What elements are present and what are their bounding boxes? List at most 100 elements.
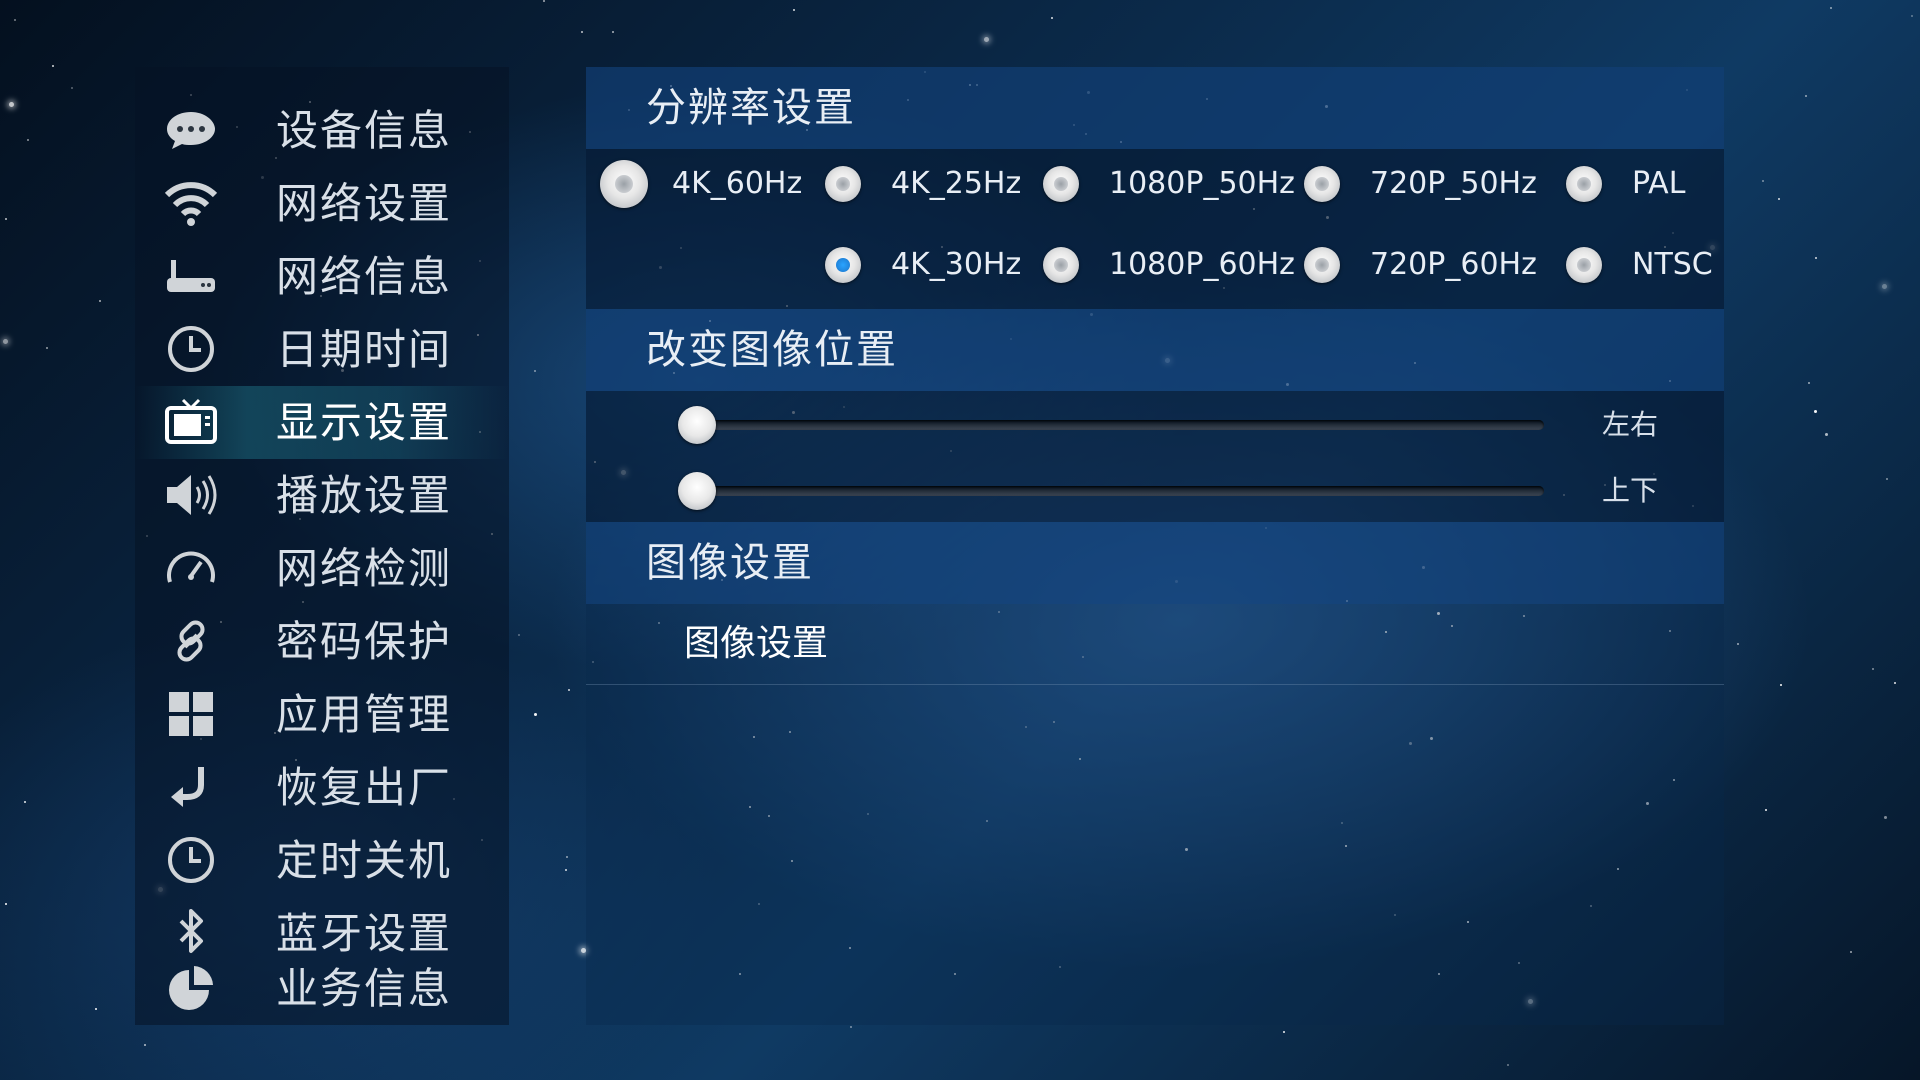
star: [1283, 1031, 1285, 1033]
sidebar-item-display-settings[interactable]: 显示设置: [135, 386, 509, 459]
star: [95, 1008, 97, 1010]
grid-icon: [163, 688, 219, 740]
clock-icon: [163, 323, 219, 375]
wifi-icon: [163, 177, 219, 229]
slider-thumb[interactable]: [678, 406, 716, 444]
sidebar-item-label: 恢复出厂: [276, 763, 453, 812]
image-section-header: 图像设置: [586, 522, 1724, 604]
star: [1765, 809, 1767, 811]
sidebar-item-factory-reset[interactable]: 恢复出厂: [135, 751, 509, 824]
radio-label: 1080P_50Hz: [1109, 166, 1295, 201]
sidebar-item-device-info[interactable]: 设备信息: [135, 94, 509, 167]
radio-4k-60hz[interactable]: 4K_60Hz: [600, 154, 806, 214]
star: [984, 37, 989, 42]
radio-1080p-50hz[interactable]: 1080P_50Hz: [1043, 154, 1295, 214]
sidebar-item-scheduled-shutdown[interactable]: 定时关机: [135, 824, 509, 897]
radio-720p-60hz[interactable]: 720P_60Hz: [1304, 235, 1537, 295]
horizontal-position-slider[interactable]: 左右: [678, 405, 1658, 445]
sidebar-item-password-protection[interactable]: 密码保护: [135, 605, 509, 678]
display-settings-panel: 分辨率设置 4K_60Hz 4K_25Hz 1080P_50Hz 720P_50…: [586, 67, 1724, 1025]
return-arrow-icon: [163, 761, 219, 813]
radio-circle: [1043, 247, 1079, 283]
section-title: 图像设置: [646, 540, 814, 586]
star: [71, 87, 73, 89]
radio-label: 4K_25Hz: [891, 166, 1022, 201]
radio-720p-50hz[interactable]: 720P_50Hz: [1304, 154, 1537, 214]
sidebar-item-playback-settings[interactable]: 播放设置: [135, 459, 509, 532]
star: [1825, 433, 1828, 436]
position-section-header: 改变图像位置: [586, 309, 1724, 391]
radio-4k-25hz[interactable]: 4K_25Hz: [825, 154, 1025, 214]
sidebar-item-network-check[interactable]: 网络检测: [135, 532, 509, 605]
star: [612, 31, 614, 33]
star: [566, 856, 568, 858]
radio-circle: [1304, 166, 1340, 202]
star: [1762, 180, 1764, 182]
star: [1507, 1064, 1509, 1066]
radio-circle: [825, 166, 861, 202]
radio-label: 4K_60Hz: [672, 166, 803, 201]
sidebar-item-label: 定时关机: [276, 836, 453, 885]
star: [14, 19, 16, 21]
star: [5, 903, 7, 905]
radio-label: NTSC: [1632, 247, 1713, 282]
radio-pal[interactable]: PAL: [1566, 154, 1706, 214]
radio-label: 1080P_60Hz: [1109, 247, 1295, 282]
star: [1737, 643, 1739, 645]
star: [565, 869, 567, 871]
sidebar-item-network-info[interactable]: 网络信息: [135, 240, 509, 313]
star: [518, 634, 520, 636]
sidebar-item-label: 设备信息: [276, 106, 453, 155]
star: [1911, 15, 1913, 17]
image-settings-label: 图像设置: [684, 623, 829, 664]
radio-label: 720P_60Hz: [1370, 247, 1537, 282]
star: [1882, 284, 1887, 289]
sidebar-item-network-settings[interactable]: 网络设置: [135, 167, 509, 240]
section-title: 分辨率设置: [646, 85, 856, 131]
radio-circle: [825, 247, 861, 283]
position-sliders: 左右 上下: [586, 391, 1724, 522]
star: [1780, 684, 1782, 686]
star: [793, 9, 795, 11]
star: [1830, 7, 1832, 9]
sidebar-item-service-info[interactable]: 业务信息: [135, 952, 509, 1025]
star: [3, 339, 8, 344]
speedometer-icon: [163, 542, 219, 594]
star: [568, 689, 570, 691]
sidebar-item-label: 网络设置: [276, 179, 453, 228]
radio-label: 4K_30Hz: [891, 247, 1022, 282]
star: [1808, 382, 1810, 384]
star: [27, 139, 29, 141]
star: [24, 801, 26, 803]
sidebar-item-label: 网络检测: [276, 544, 453, 593]
star: [1872, 668, 1874, 670]
vertical-position-slider[interactable]: 上下: [678, 471, 1658, 511]
radio-1080p-60hz[interactable]: 1080P_60Hz: [1043, 235, 1295, 295]
image-settings-item[interactable]: 图像设置: [586, 604, 1724, 685]
slider-track: [694, 486, 1544, 496]
star: [46, 347, 48, 349]
star: [1894, 682, 1896, 684]
sidebar-item-label: 密码保护: [276, 617, 453, 666]
star: [581, 31, 583, 33]
radio-4k-30hz[interactable]: 4K_30Hz: [825, 235, 1025, 295]
star: [5, 218, 7, 220]
slider-label: 左右: [1602, 408, 1659, 441]
slider-track: [694, 420, 1544, 430]
radio-ntsc[interactable]: NTSC: [1566, 235, 1716, 295]
speaker-icon: [163, 469, 219, 521]
radio-label: PAL: [1632, 166, 1686, 201]
star: [52, 65, 54, 67]
slider-thumb[interactable]: [678, 472, 716, 510]
radio-circle: [1566, 247, 1602, 283]
star: [1051, 17, 1053, 19]
clock-icon: [163, 834, 219, 886]
star: [1778, 198, 1780, 200]
sidebar-item-app-management[interactable]: 应用管理: [135, 678, 509, 751]
section-title: 改变图像位置: [646, 327, 898, 373]
star: [1814, 410, 1817, 413]
star: [534, 713, 537, 716]
star: [1886, 478, 1888, 480]
star: [543, 0, 545, 2]
sidebar-item-date-time[interactable]: 日期时间: [135, 313, 509, 386]
